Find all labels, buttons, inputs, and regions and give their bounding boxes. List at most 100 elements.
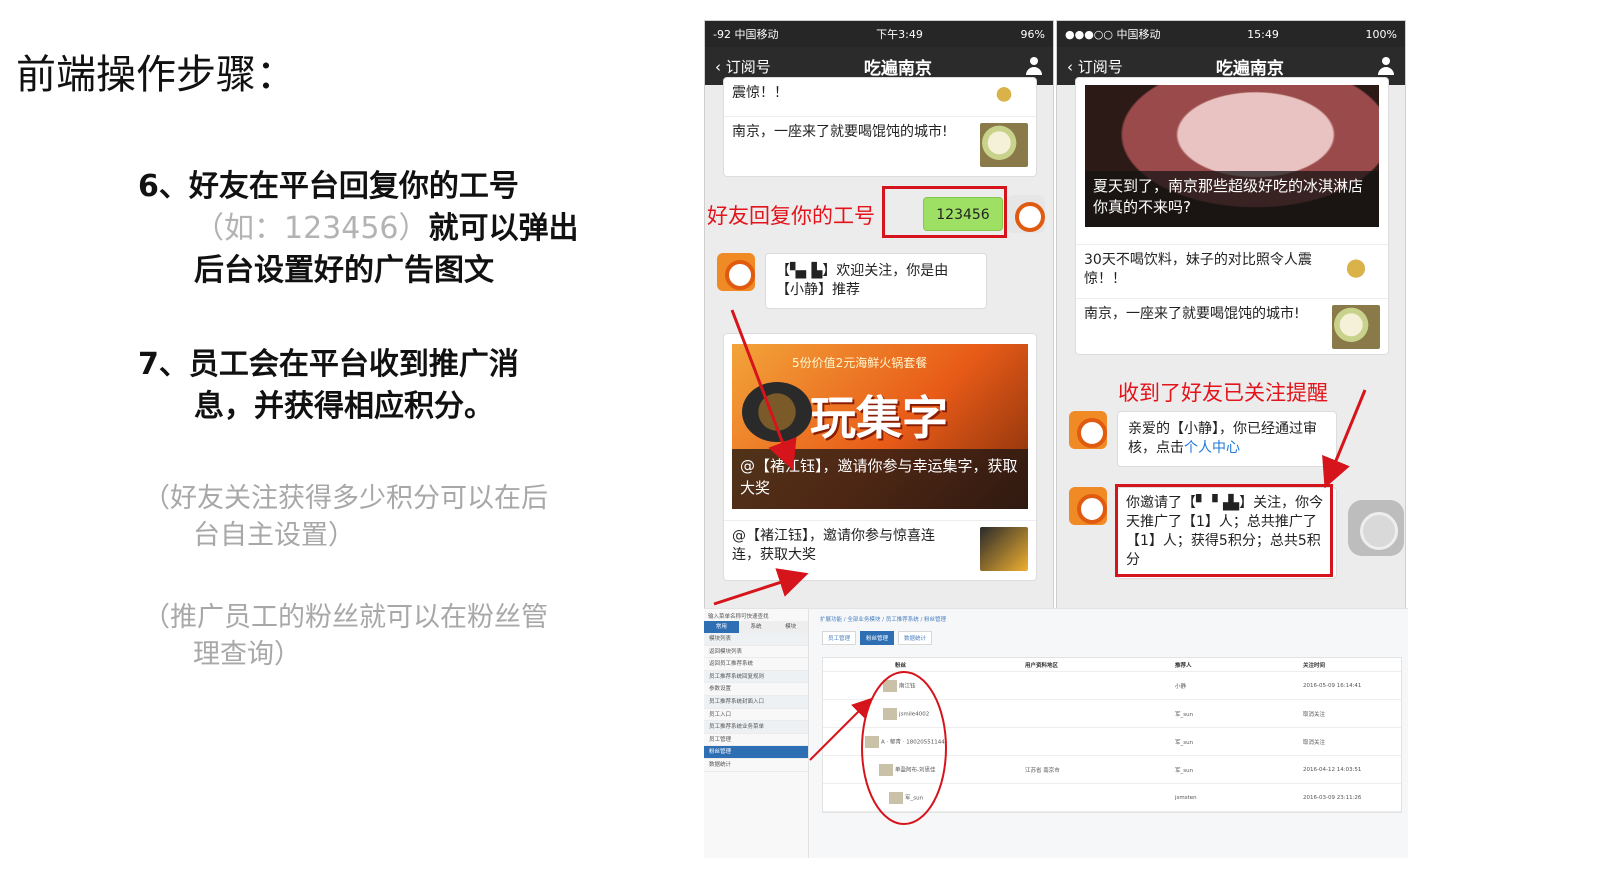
table-row[interactable]: 单盈阿布-刘思佳 江苏省 南京市 军_sun 2016-04-12 14:03:… [823,756,1401,784]
sub-tabs: 员工管理 粉丝管理 数据统计 [822,631,933,645]
promo-banner-title: 玩集字 [810,391,948,445]
fan-avatar [883,707,897,720]
time-cell: 取消关注 [1303,739,1326,746]
breadcrumb: 扩展功能 / 全部业务模块 / 员工推荐系统 / 粉丝管理 [820,617,947,623]
sidebar-tab[interactable]: 常用 [704,621,739,633]
fan-name: 单盈阿布-刘思佳 [895,767,936,773]
col-referrer: 推荐人 [1175,662,1192,669]
article-thumb [1332,251,1380,295]
referrer-cell: 军_sun [1175,739,1194,746]
sidebar-group[interactable]: 员工推荐系统封面入口 [704,695,808,709]
step6-line2-bold: 就可以弹出 [428,211,579,246]
account-avatar [717,253,755,291]
fans-table: 粉丝 用户资料地区 推荐人 关注时间 南江钰 小静 2016-05-09 16:… [822,657,1402,813]
fan-name: 军_sun [905,795,924,801]
admin-sidebar: 输入菜单名称可快速查找 常用 系统 模块 模块列表 返回模块列表 返回员工推荐系… [704,609,809,858]
table-row[interactable]: 南江钰 小静 2016-05-09 16:14:41 [823,672,1401,700]
col-fan: 粉丝 [895,662,907,669]
back-button[interactable]: ‹ 订阅号 [1067,56,1123,77]
user-avatar [1007,195,1045,233]
fan-avatar [883,679,897,692]
fan-name: 南江钰 [899,683,916,689]
profile-icon[interactable] [1377,57,1395,75]
fan-cell: jsmile4002 [883,707,929,720]
tab-fans[interactable]: 粉丝管理 [860,631,895,645]
col-time: 关注时间 [1303,662,1326,669]
article-item[interactable]: 30天不喝饮料，妹子的对比照令人震惊！！ [1076,244,1388,301]
article-card-top[interactable]: 震惊！！ 南京，一座来了就要喝馄饨的城市! [723,77,1037,177]
fan-cell: 军_sun [889,791,924,804]
account-avatar [1069,487,1107,525]
sidebar-item[interactable]: 返回模块列表 [704,646,808,659]
sidebar-item[interactable]: 返回员工推荐系统 [704,658,808,671]
sidebar-item[interactable]: 员工入口 [704,709,808,722]
status-bar: -92 中国移动 下午3:49 96% [705,21,1053,47]
table-row[interactable]: 军_sun jsmsten 2016-03-09 23:11:26 [823,784,1401,812]
personal-center-link[interactable]: 个人中心 [1184,440,1240,456]
fan-cell: 南江钰 [883,679,916,692]
back-button[interactable]: ‹ 订阅号 [715,56,771,77]
note1-line2: 台自主设置） [193,520,355,551]
promo-item[interactable]: @【褚江钰】，邀请你参与惊喜连连，获取大奖 [724,520,1036,577]
step6-example: （如：123456） [194,211,429,246]
step6-line1: 6、好友在平台回复你的工号 [138,169,519,204]
time-cell: 2016-03-09 23:11:26 [1303,794,1362,801]
invite-highlight-box [1115,484,1333,577]
slide: 前端操作步骤： 6、好友在平台回复你的工号 （如：123456）就可以弹出 后台… [0,0,1600,878]
note-fans: （推广员工的粉丝就可以在粉丝管 理查询） [143,599,548,673]
time-cell: 2016-05-09 16:14:41 [1303,682,1362,689]
table-row[interactable]: A · 郁青 · 18020551144 军_sun 取消关注 [823,728,1401,756]
sidebar-item[interactable]: 员工管理 [704,734,808,747]
verified-message: 亲爱的【小静】，你已经通过审核，点击个人中心 [1117,411,1337,467]
sidebar-group[interactable]: 员工推荐系统回复规则 [704,670,808,684]
sidebar-item-fans[interactable]: 粉丝管理 [704,746,808,759]
article-item-text: 30天不喝饮料，妹子的对比照令人震惊！！ [1084,252,1312,287]
referrer-cell: 军_sun [1175,767,1194,774]
promo-caption: @【褚江钰】，邀请你参与幸运集字，获取大奖 [732,449,1028,509]
step-7: 7、员工会在平台收到推广消 息，并获得相应积分。 [138,344,519,428]
admin-main: 扩展功能 / 全部业务模块 / 员工推荐系统 / 粉丝管理 员工管理 粉丝管理 … [814,609,1408,858]
table-row[interactable]: jsmile4002 军_sun 取消关注 [823,700,1401,728]
battery: 100% [1365,27,1397,41]
region-cell: 江苏省 南京市 [1025,767,1060,774]
clock: 下午3:49 [876,28,923,41]
article-headline: 夏天到了，南京那些超级好吃的冰淇淋店你真的不来吗? [1085,171,1379,227]
article-item-text: 南京，一座来了就要喝馄饨的城市! [1084,306,1300,322]
carrier: ●●●○○ 中国移动 [1065,28,1161,41]
tab-stats[interactable]: 数据统计 [898,631,933,645]
fan-avatar [889,791,903,804]
article-item-text: 南京，一座来了就要喝馄饨的城市! [732,124,948,140]
article-item[interactable]: 震惊！！ [724,78,1036,116]
admin-panel-screenshot: 输入菜单名称可快速查找 常用 系统 模块 模块列表 返回模块列表 返回员工推荐系… [704,608,1408,858]
note1-line1: （好友关注获得多少积分可以在后 [143,483,548,514]
sidebar-tab[interactable]: 模块 [773,621,809,633]
fan-cell: A · 郁青 · 18020551144 [865,735,945,748]
profile-icon[interactable] [1025,57,1043,75]
menu-search[interactable]: 输入菜单名称可快速查找 [704,609,808,621]
sidebar-group[interactable]: 员工推荐系统业务菜单 [704,721,808,734]
article-item[interactable]: 南京，一座来了就要喝馄饨的城市! [1076,298,1388,355]
referrer-cell: 小静 [1175,683,1187,690]
hotpot-image [742,382,812,442]
sidebar-item[interactable]: 数据统计 [704,759,808,772]
step-6: 6、好友在平台回复你的工号 （如：123456）就可以弹出 后台设置好的广告图文 [138,166,579,292]
step7-line1: 7、员工会在平台收到推广消 [138,347,519,382]
annotation-notice: 收到了好友已关注提醒 [1118,381,1328,405]
reply-highlight-box [882,186,1007,238]
assistive-touch-button[interactable] [1348,500,1404,556]
sidebar-tabs: 常用 系统 模块 [704,621,809,633]
promo-card[interactable]: 5份价值2元海鲜火锅套餐 玩集字 @【褚江钰】，邀请你参与幸运集字，获取大奖 @… [723,333,1037,581]
sidebar-item[interactable]: 参数设置 [704,683,808,696]
article-item[interactable]: 南京，一座来了就要喝馄饨的城市! [724,116,1036,173]
col-region: 用户资料地区 [1025,662,1059,669]
slide-title: 前端操作步骤： [16,52,296,98]
table-header: 粉丝 用户资料地区 推荐人 关注时间 [823,658,1401,672]
account-title: 吃遍南京 [1215,58,1284,79]
status-bar: ●●●○○ 中国移动 15:49 100% [1057,21,1405,47]
time-cell: 2016-04-12 14:03:51 [1303,766,1362,773]
tab-staff[interactable]: 员工管理 [822,631,857,645]
back-label: 订阅号 [725,57,771,76]
sidebar-tab[interactable]: 系统 [738,621,774,633]
sidebar-group[interactable]: 模块列表 [704,633,808,646]
fan-name: A · 郁青 · 18020551144 [881,739,945,745]
